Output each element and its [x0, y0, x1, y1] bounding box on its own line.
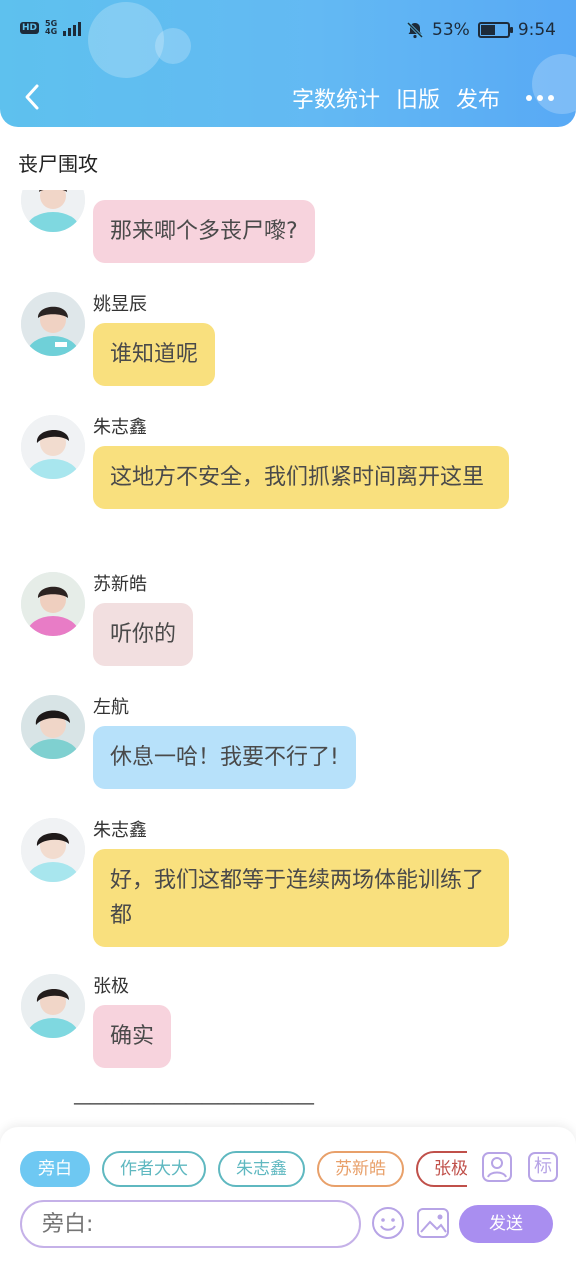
message-bubble[interactable]: 休息一哈！我要不行了! — [93, 726, 356, 789]
role-chips: 旁白 作者大大 朱志鑫 苏新皓 张极 — [20, 1151, 467, 1187]
sender-name: 左航 — [93, 697, 129, 718]
composer-panel: 旁白 作者大大 朱志鑫 苏新皓 张极 标 — [0, 1127, 576, 1280]
battery-icon — [477, 22, 513, 38]
avatar[interactable] — [21, 415, 85, 479]
tag-icon[interactable]: 标 — [527, 1151, 559, 1183]
avatar[interactable] — [21, 292, 85, 356]
chat-list[interactable]: 那来唧个多丧尸嚟? 姚昱辰 谁知道呢 朱志鑫 这地方不安全，我们抓紧时间离开这里… — [0, 190, 576, 1115]
word-count-button[interactable]: 字数统计 — [292, 82, 380, 114]
publish-button[interactable]: 发布 — [456, 82, 500, 114]
role-chip-zhangji[interactable]: 张极 — [416, 1151, 467, 1187]
status-bar: HD 5G 4G 53% 9:54 — [0, 0, 576, 64]
sender-name: 朱志鑫 — [93, 417, 147, 438]
role-chip-zhuzhixin[interactable]: 朱志鑫 — [218, 1151, 305, 1187]
back-arrow-icon[interactable] — [18, 82, 48, 112]
battery-percent: 53% — [432, 20, 470, 40]
mute-bell-icon — [406, 21, 424, 39]
role-chip-suxinhao[interactable]: 苏新皓 — [317, 1151, 404, 1187]
sender-name: 姚昱辰 — [93, 294, 147, 315]
message-input[interactable] — [20, 1200, 361, 1248]
nav-bar: 字数统计 旧版 发布 — [0, 72, 576, 122]
emoji-icon[interactable] — [370, 1205, 406, 1241]
role-chip-author[interactable]: 作者大大 — [102, 1151, 206, 1187]
old-version-button[interactable]: 旧版 — [396, 82, 440, 114]
message-bubble[interactable]: 这地方不安全，我们抓紧时间离开这里 — [93, 446, 509, 509]
more-dots-icon[interactable] — [516, 95, 554, 101]
signal-icon — [63, 20, 82, 36]
message-bubble[interactable]: 好，我们这都等于连续两场体能训练了都 — [93, 849, 509, 947]
message-bubble[interactable]: 谁知道呢 — [93, 323, 216, 386]
message-bubble[interactable]: 听你的 — [93, 603, 194, 666]
network-type: 5G 4G — [45, 20, 57, 36]
sender-name: 张极 — [93, 976, 129, 997]
avatar[interactable] — [21, 190, 85, 232]
hd-badge: HD — [20, 22, 40, 34]
clock: 9:54 — [517, 20, 556, 40]
sender-name: 朱志鑫 — [93, 820, 147, 841]
message-bubble[interactable]: 那来唧个多丧尸嚟? — [93, 200, 315, 263]
send-button[interactable]: 发送 — [459, 1205, 553, 1243]
avatar[interactable] — [21, 974, 85, 1038]
section-divider: ——————————————— — [73, 1093, 315, 1114]
image-icon[interactable] — [415, 1205, 451, 1241]
app-header: HD 5G 4G 53% 9:54 字数统计 旧版 发布 — [0, 0, 576, 127]
message-bubble[interactable]: 确实 — [93, 1005, 172, 1068]
sender-name: 苏新皓 — [93, 574, 147, 595]
role-chip-narration[interactable]: 旁白 — [20, 1151, 90, 1187]
avatar[interactable] — [21, 695, 85, 759]
avatar[interactable] — [21, 818, 85, 882]
tag-icon-label: 标 — [534, 1156, 552, 1177]
person-card-icon[interactable] — [481, 1151, 513, 1183]
network-4g: 4G — [45, 27, 58, 36]
chapter-title[interactable]: 丧尸围攻 — [18, 148, 98, 177]
avatar[interactable] — [21, 572, 85, 636]
